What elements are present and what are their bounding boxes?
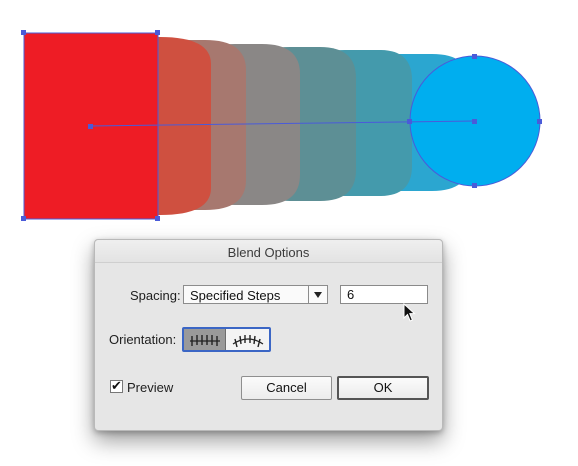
dialog-title: Blend Options <box>227 245 310 260</box>
preview-label[interactable]: Preview <box>127 380 173 395</box>
anchor-point[interactable] <box>407 119 412 124</box>
orientation-segmented-control <box>182 327 271 352</box>
align-to-path-icon <box>232 335 264 348</box>
anchor-point[interactable] <box>21 216 26 221</box>
align-to-page-icon <box>190 335 220 346</box>
anchor-point[interactable] <box>155 30 160 35</box>
dialog-titlebar[interactable]: Blend Options <box>95 240 442 263</box>
orientation-label: Orientation: <box>109 332 177 347</box>
dropdown-arrow-box[interactable] <box>308 286 327 303</box>
anchor-point[interactable] <box>472 183 477 188</box>
preview-checkbox[interactable]: ✔ <box>110 378 123 393</box>
anchor-point[interactable] <box>21 30 26 35</box>
chevron-down-icon <box>314 292 322 298</box>
spacing-label: Spacing: <box>130 288 181 303</box>
orientation-align-to-page-button[interactable] <box>184 329 226 350</box>
mouse-cursor-icon <box>403 303 416 322</box>
anchor-point[interactable] <box>537 119 542 124</box>
orientation-align-to-path-button[interactable] <box>227 329 269 350</box>
checkmark-icon: ✔ <box>111 378 122 393</box>
spacing-dropdown-value: Specified Steps <box>190 288 281 303</box>
spacing-dropdown[interactable]: Specified Steps <box>183 285 328 304</box>
cancel-button[interactable]: Cancel <box>241 376 332 400</box>
ok-button[interactable]: OK <box>337 376 429 400</box>
anchor-point[interactable] <box>472 119 477 124</box>
anchor-point[interactable] <box>88 124 93 129</box>
anchor-point[interactable] <box>472 54 477 59</box>
steps-input[interactable] <box>340 285 428 304</box>
anchor-point[interactable] <box>155 216 160 221</box>
